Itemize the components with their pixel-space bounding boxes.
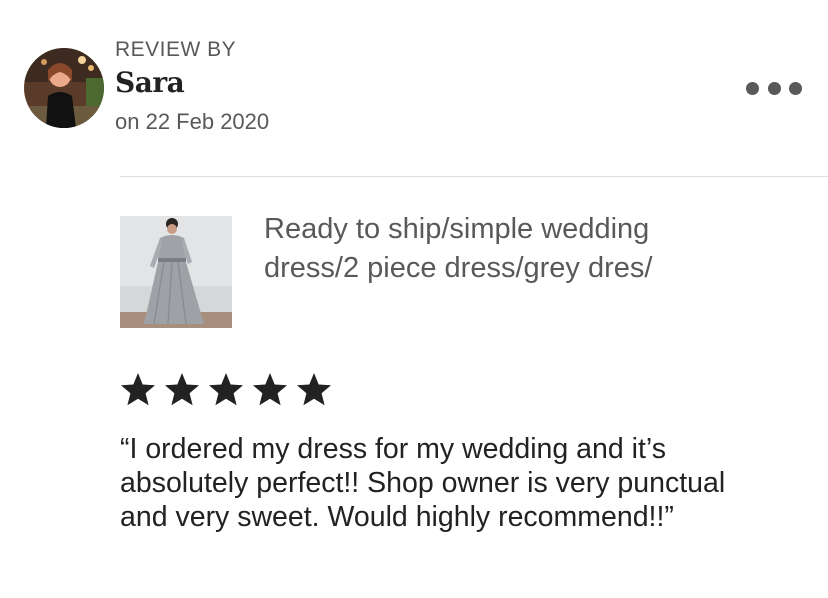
reviewer-name[interactable]: Sara (115, 66, 185, 99)
star-filled-icon (165, 373, 199, 406)
review-card: REVIEW BY Sara on 22 Feb 2020 Ready to s… (0, 0, 828, 598)
more-horizontal-icon-dot (789, 81, 802, 95)
more-horizontal-icon (746, 81, 759, 95)
review-text: “I ordered my dress for my wedding and i… (120, 433, 726, 533)
more-options-button[interactable] (746, 76, 802, 100)
review-by-label: REVIEW BY (115, 38, 237, 61)
avatar-photo (24, 48, 104, 128)
avatar[interactable] (24, 48, 104, 128)
divider (120, 176, 828, 177)
star-filled-icon (121, 373, 155, 406)
review-date: on 22 Feb 2020 (115, 109, 270, 134)
listing-thumbnail[interactable] (120, 216, 232, 328)
more-horizontal-icon-dot (767, 81, 781, 95)
listing-photo (120, 216, 232, 328)
star-rating (118, 371, 338, 411)
listing-title[interactable]: Ready to ship/simple wedding dress/2 pie… (264, 210, 744, 288)
star-filled-icon (209, 373, 243, 406)
star-filled-icon (253, 373, 287, 406)
star-filled-icon (297, 373, 331, 406)
